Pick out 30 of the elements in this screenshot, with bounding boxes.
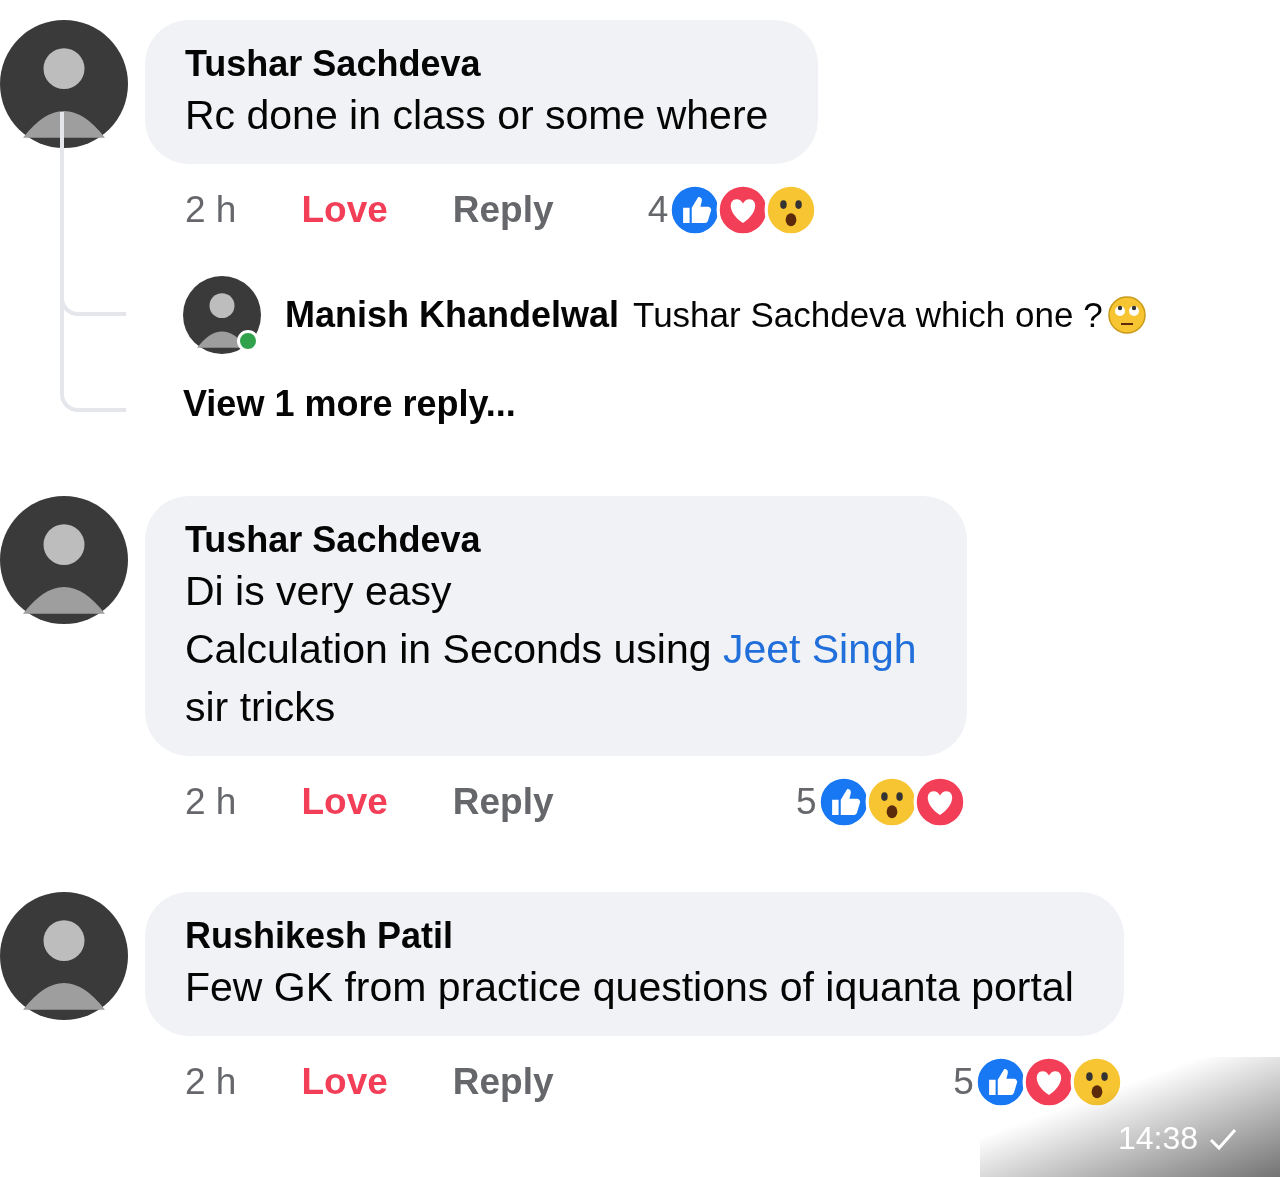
comment-text: Rc done in class or some where	[185, 91, 769, 140]
author-name[interactable]: Rushikesh Patil	[185, 914, 1074, 958]
author-name[interactable]: Manish Khandelwal	[285, 294, 620, 336]
reply-link[interactable]: Reply	[452, 189, 554, 231]
reply-link[interactable]: Reply	[452, 781, 554, 823]
reply-link[interactable]: Reply	[452, 1061, 554, 1103]
avatar[interactable]	[183, 276, 261, 354]
message-time: 14:38	[1117, 1120, 1198, 1157]
comment-text: Few GK from practice questions of iquanta portal	[185, 963, 1074, 1012]
reaction-link[interactable]: Love	[301, 781, 388, 823]
comment-text: Di is very easy	[185, 567, 453, 616]
timestamp[interactable]: 2 h	[185, 189, 237, 231]
comment-text: Calculation in Seconds using Jeet Singh	[185, 625, 917, 674]
mention-link[interactable]: Jeet Singh	[722, 626, 917, 672]
avatar[interactable]	[0, 496, 128, 624]
avatar[interactable]	[0, 892, 128, 1020]
view-more-replies-link[interactable]: View 1 more reply...	[183, 383, 516, 425]
reaction-count[interactable]: 5	[796, 781, 817, 823]
reaction-count[interactable]: 5	[953, 1061, 974, 1103]
author-name[interactable]: Tushar Sachdeva	[185, 42, 769, 86]
avatar[interactable]	[0, 20, 128, 148]
reaction-link[interactable]: Love	[301, 189, 388, 231]
rolling-eyes-face-icon	[1106, 295, 1147, 335]
reply-text: Tushar Sachdeva which one ?	[633, 295, 1103, 335]
reaction-count[interactable]: 4	[647, 189, 669, 231]
timestamp[interactable]: 2 h	[185, 781, 237, 823]
timestamp[interactable]: 2 h	[185, 1061, 237, 1103]
author-name[interactable]: Tushar Sachdeva	[185, 518, 917, 562]
reaction-link[interactable]: Love	[301, 1061, 388, 1103]
comment-text: sir tricks	[185, 683, 337, 732]
